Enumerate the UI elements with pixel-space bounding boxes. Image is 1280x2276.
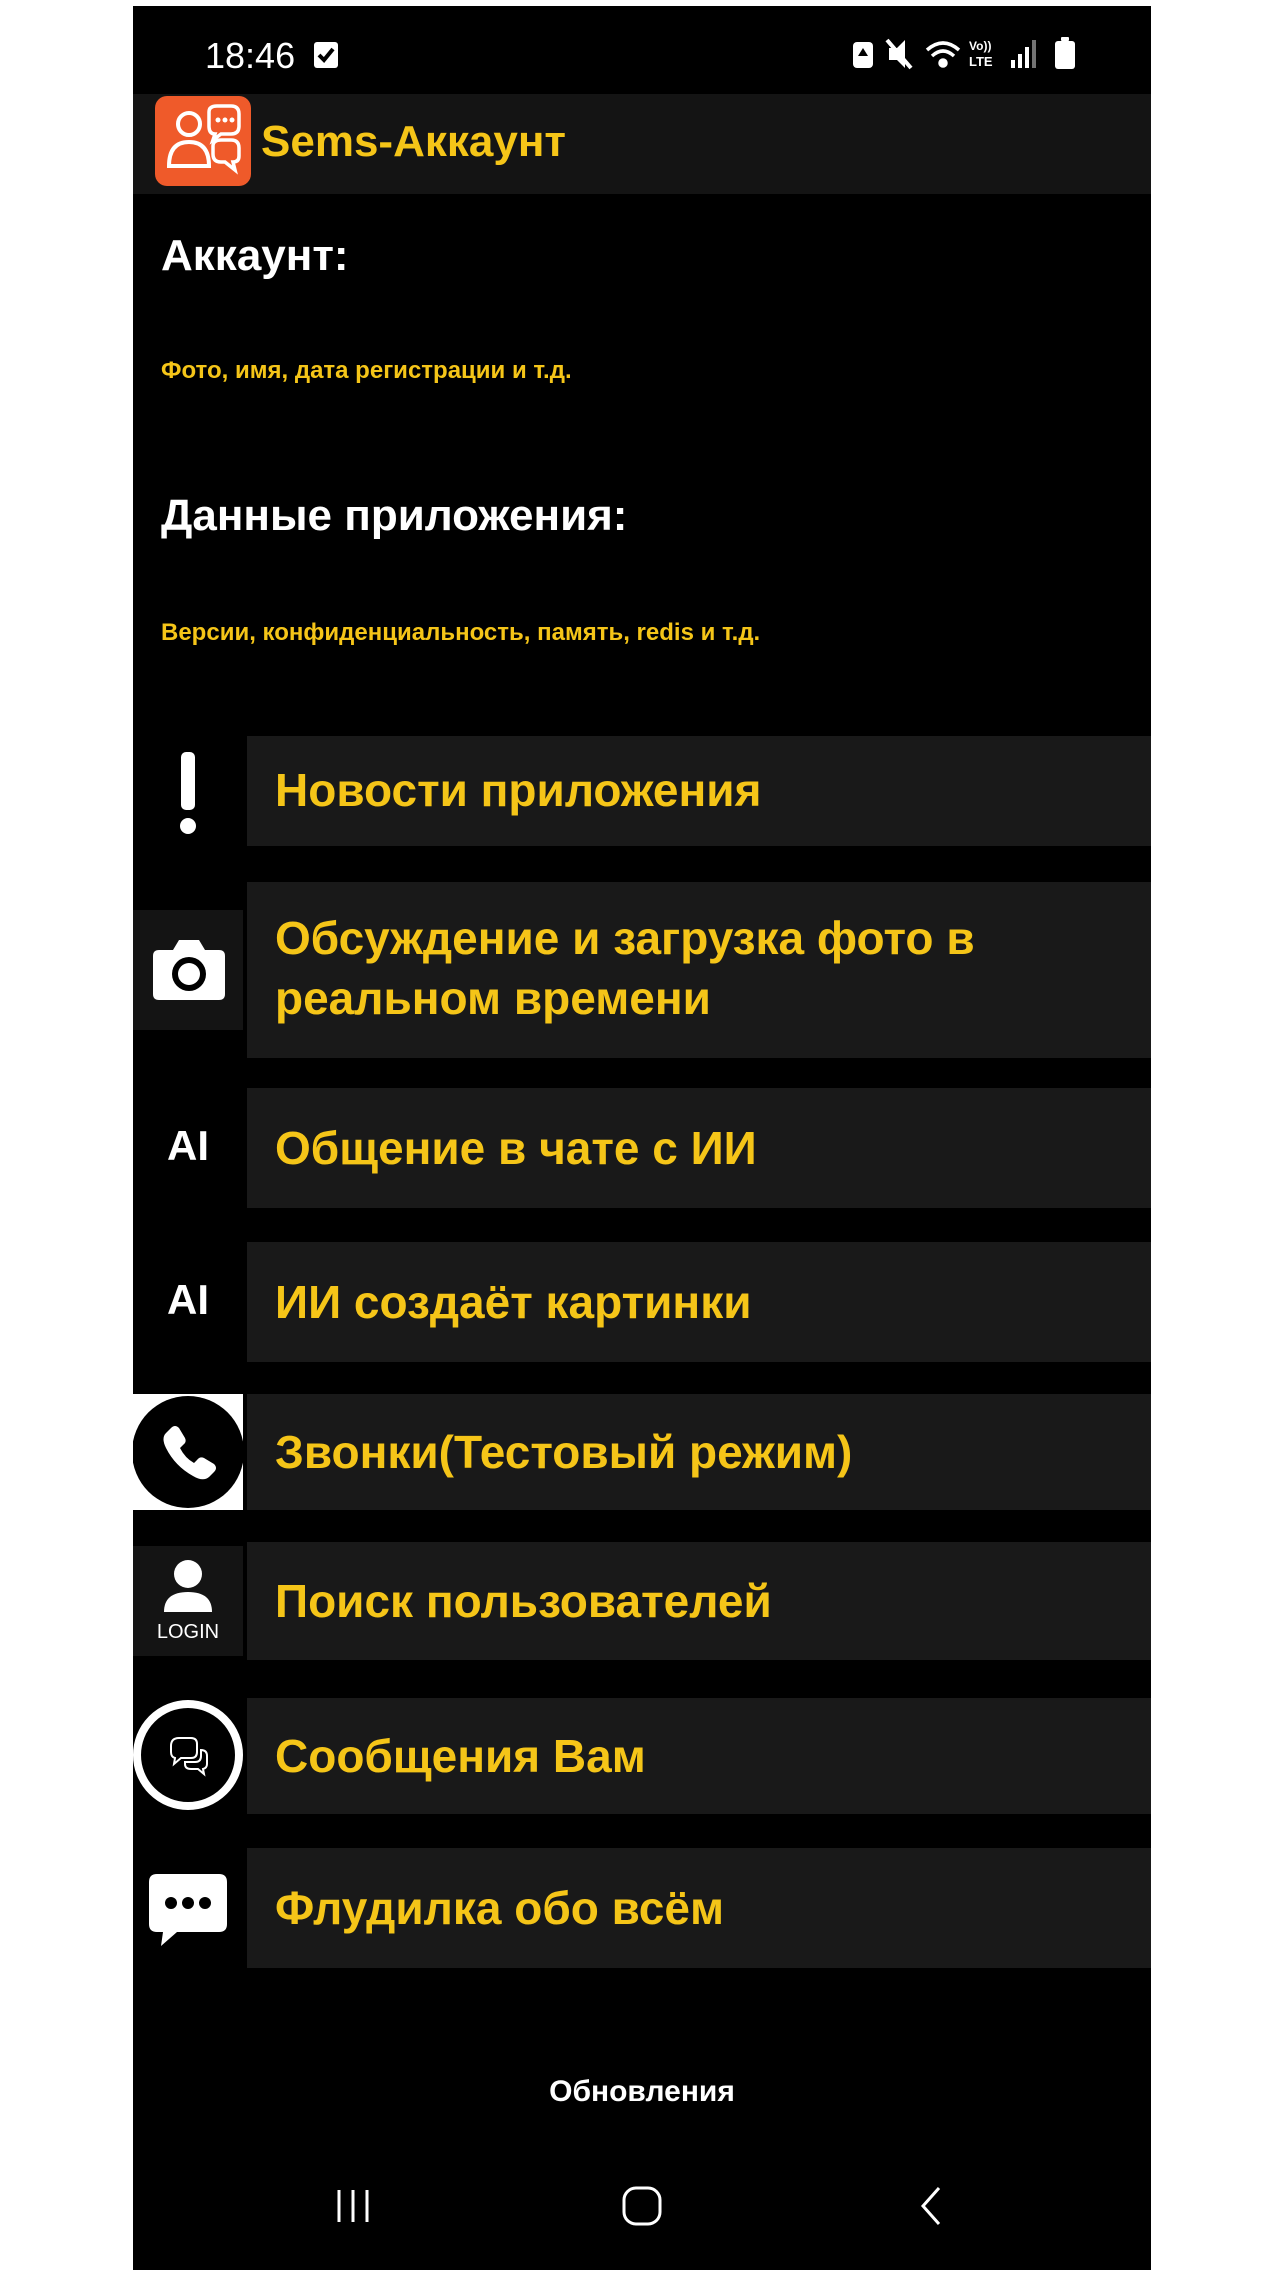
menu-card[interactable]: Звонки(Тестовый режим) <box>247 1394 1151 1510</box>
menu-item-label: Новости приложения <box>275 764 762 816</box>
battery-saver-icon <box>853 42 873 68</box>
recent-apps-icon[interactable] <box>313 2176 393 2236</box>
signal-icon <box>1011 40 1036 68</box>
network-type: LTE <box>969 54 993 69</box>
system-nav-bar <box>133 2156 1151 2256</box>
ai-text-icon: AI <box>167 1122 209 1169</box>
account-heading[interactable]: Аккаунт: <box>161 230 349 282</box>
menu-item-user-search[interactable]: LOGIN Поиск пользователей <box>133 1542 1151 1660</box>
menu-card[interactable]: ИИ создаёт картинки <box>247 1242 1151 1362</box>
menu-item-ai-chat[interactable]: AI Общение в чате с ИИ <box>133 1088 1151 1208</box>
menu-item-label: ИИ создаёт картинки <box>275 1276 752 1328</box>
menu-item-label: Обсуждение и загрузка фото в реальном вр… <box>275 912 975 1024</box>
menu-item-messages[interactable]: Сообщения Вам <box>133 1696 1151 1814</box>
chat-people-logo <box>155 96 251 186</box>
menu-item-flood-chat[interactable]: Флудилка обо всём <box>133 1848 1151 1968</box>
status-time: 18:46 <box>205 35 296 76</box>
menu-item-calls[interactable]: Звонки(Тестовый режим) <box>133 1394 1151 1510</box>
phone-icon <box>133 1394 244 1510</box>
menu-card[interactable]: Поиск пользователей <box>247 1542 1151 1660</box>
login-text: LOGIN <box>156 1621 220 1643</box>
battery-icon <box>1055 37 1075 69</box>
menu-item-photo-discussion[interactable]: Обсуждение и загрузка фото в реальном вр… <box>133 882 1151 1058</box>
menu-item-label: Поиск пользователей <box>275 1575 772 1627</box>
menu-card[interactable]: Обсуждение и загрузка фото в реальном вр… <box>247 882 1151 1058</box>
phone-screen: 18:46 Vo)) LTE Sems-Аккаунт Аккаунт: Фот… <box>133 6 1151 2270</box>
menu-item-label: Сообщения Вам <box>275 1730 646 1782</box>
back-icon[interactable] <box>891 2176 971 2236</box>
menu-item-app-news[interactable]: Новости приложения <box>133 734 1151 846</box>
menu-card[interactable]: Новости приложения <box>247 736 1151 846</box>
status-icons: Vo)) LTE <box>853 37 1075 70</box>
ai-text-icon: AI <box>167 1276 209 1323</box>
menu-item-label: Звонки(Тестовый режим) <box>275 1426 853 1478</box>
chat-bubbles-icon <box>133 1696 243 1814</box>
app-data-heading[interactable]: Данные приложения: <box>161 490 627 542</box>
check-notification-icon <box>314 42 338 68</box>
volte-icon: Vo)) LTE <box>969 39 993 69</box>
speech-bubble-icon <box>133 1848 243 1968</box>
menu-card[interactable]: Сообщения Вам <box>247 1698 1151 1814</box>
wifi-icon <box>925 41 961 68</box>
menu-item-label: Флудилка обо всём <box>275 1882 724 1934</box>
menu-card[interactable]: Общение в чате с ИИ <box>247 1088 1151 1208</box>
mute-icon <box>885 38 913 70</box>
account-description[interactable]: Фото, имя, дата регистрации и т.д. <box>161 356 572 386</box>
volte-label: Vo)) <box>969 39 991 53</box>
user-login-icon: LOGIN <box>133 1546 243 1656</box>
menu-item-label: Общение в чате с ИИ <box>275 1122 757 1174</box>
app-data-description[interactable]: Версии, конфиденциальность, память, redi… <box>161 618 760 648</box>
updates-link[interactable]: Обновления <box>133 2074 1151 2110</box>
status-bar: 18:46 Vo)) LTE <box>133 6 1151 96</box>
menu-item-ai-images[interactable]: AI ИИ создаёт картинки <box>133 1242 1151 1362</box>
exclamation-icon <box>133 734 243 846</box>
camera-icon <box>133 910 243 1030</box>
app-title: Sems-Аккаунт <box>261 117 566 166</box>
app-bar: Sems-Аккаунт <box>133 94 1151 194</box>
home-icon[interactable] <box>602 2176 682 2236</box>
menu-card[interactable]: Флудилка обо всём <box>247 1848 1151 1968</box>
